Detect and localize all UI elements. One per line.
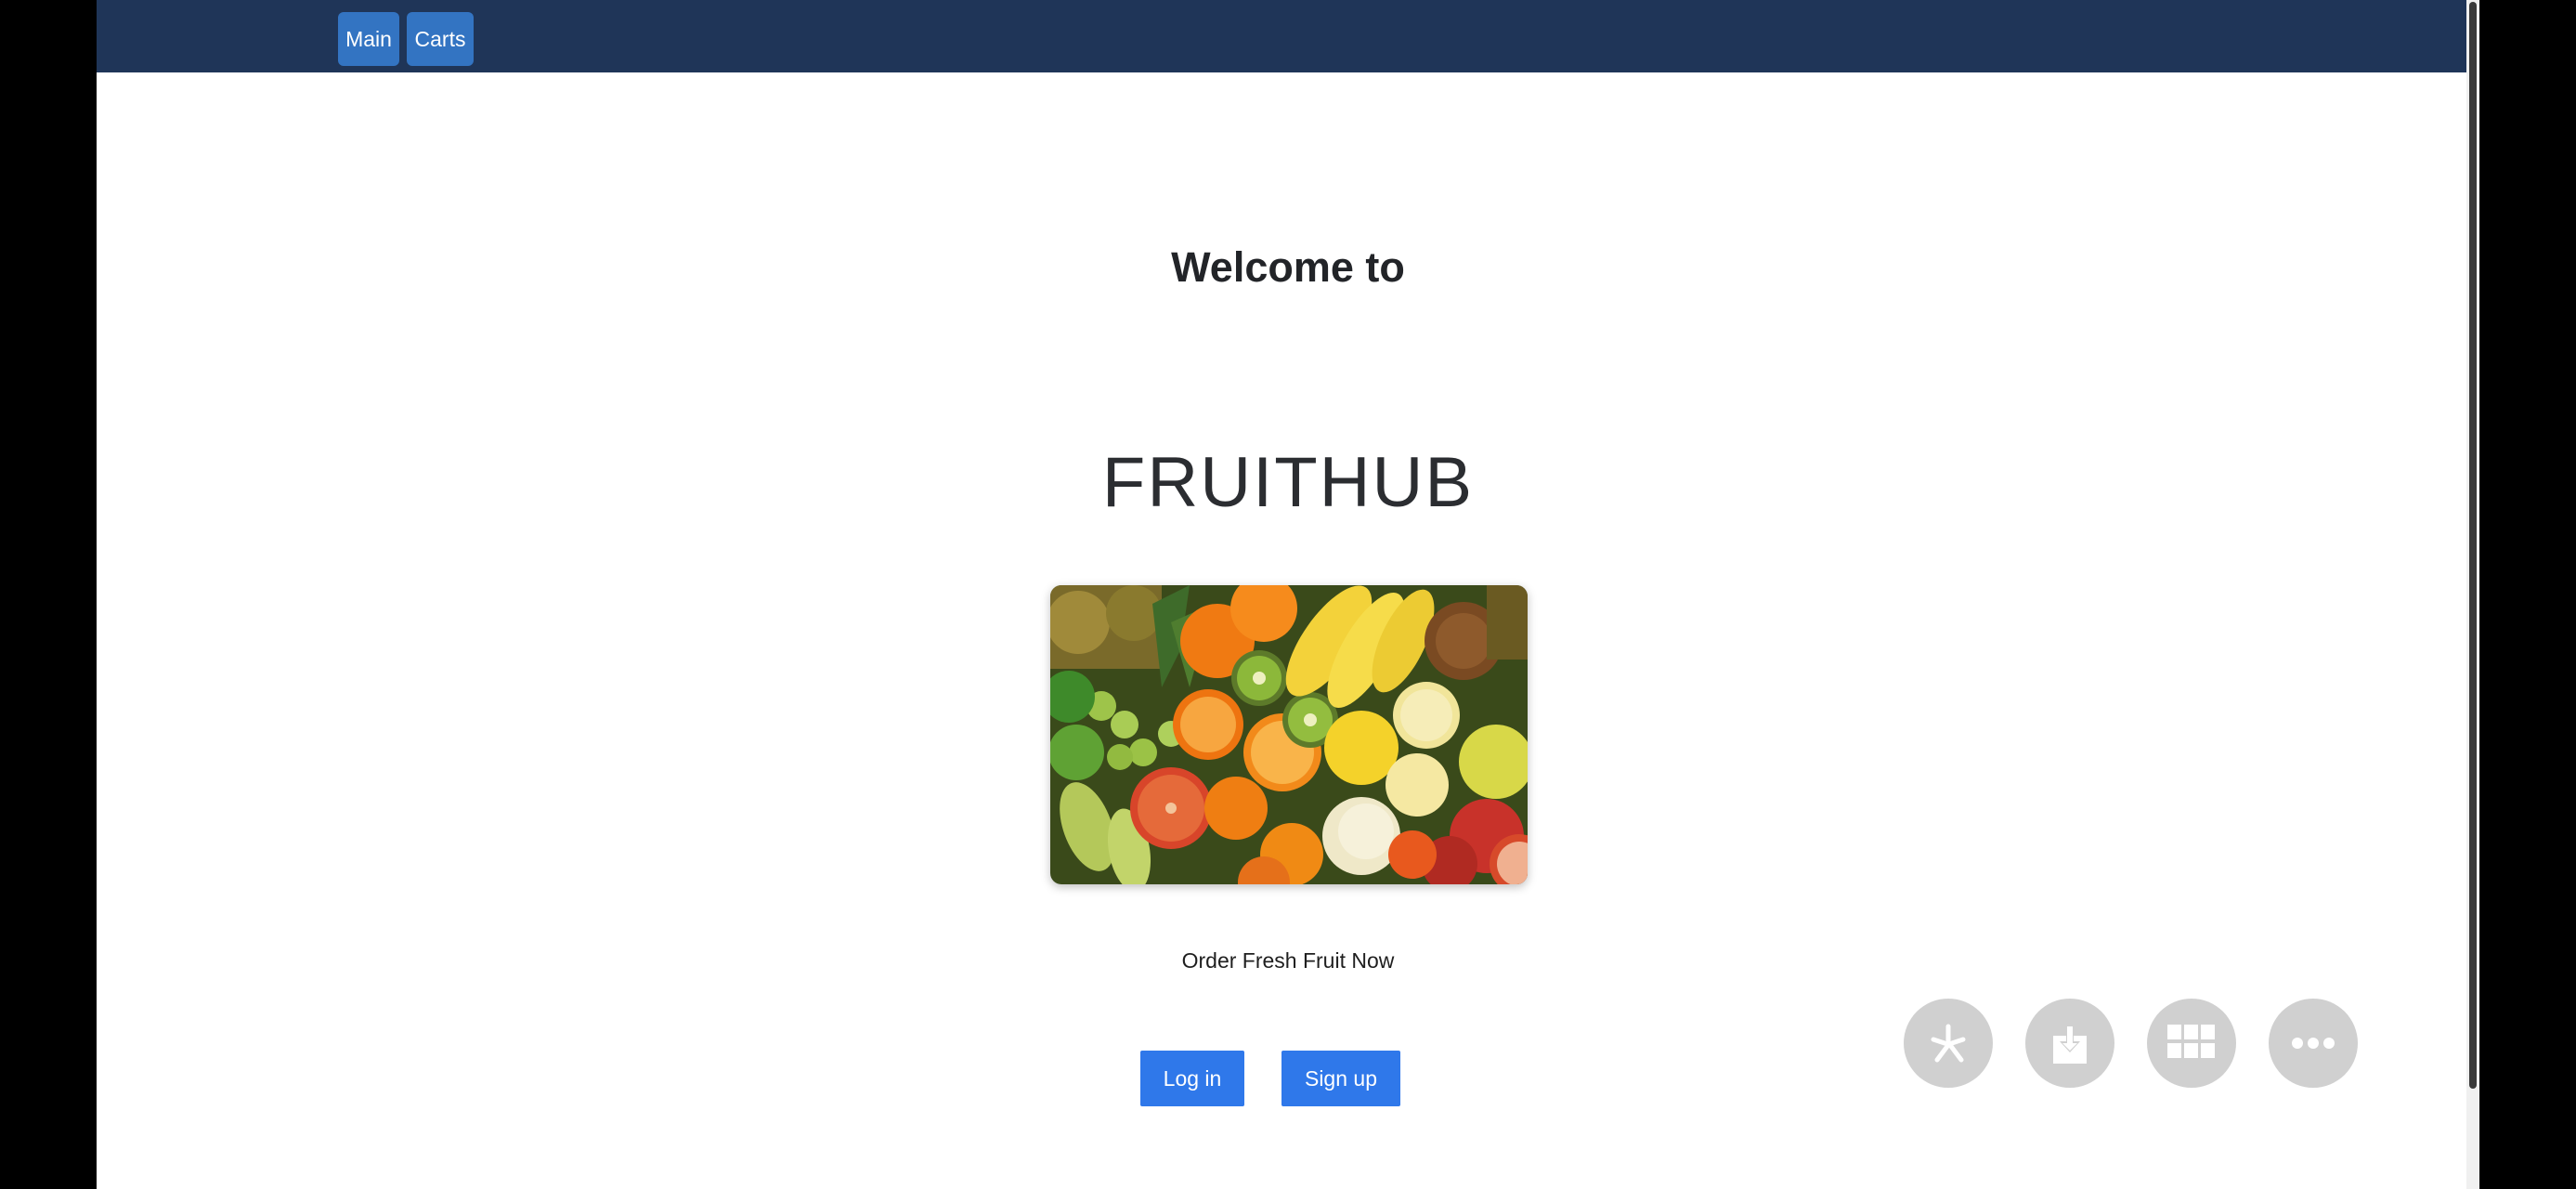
- fruit-assortment-photo: [1050, 585, 1528, 884]
- vertical-scrollbar-thumb[interactable]: [2469, 2, 2477, 1089]
- download-fab-button[interactable]: [2025, 999, 2114, 1088]
- login-button[interactable]: Log in: [1140, 1051, 1244, 1106]
- nav-main-button[interactable]: Main: [338, 12, 399, 66]
- more-icon: [2292, 1038, 2335, 1049]
- nav-carts-button[interactable]: Carts: [407, 12, 474, 66]
- fruit-hero-image: [1050, 585, 1528, 884]
- download-icon: [2053, 1025, 2087, 1064]
- signup-button[interactable]: Sign up: [1281, 1051, 1400, 1106]
- welcome-heading: Welcome to: [1171, 243, 1405, 291]
- top-navbar: Main Carts: [97, 0, 2479, 72]
- asterisk-fab-button[interactable]: [1904, 999, 1993, 1088]
- grid-fab-button[interactable]: [2147, 999, 2236, 1088]
- page: Main Carts Welcome to FRUITHUB Order Fre…: [97, 0, 2479, 1189]
- tagline-text: Order Fresh Fruit Now: [1181, 948, 1395, 973]
- grid-icon: [2167, 1025, 2215, 1058]
- more-fab-button[interactable]: [2269, 999, 2358, 1088]
- asterisk-icon: [1931, 1024, 1966, 1063]
- brand-title: FRUITHUB: [1101, 443, 1475, 522]
